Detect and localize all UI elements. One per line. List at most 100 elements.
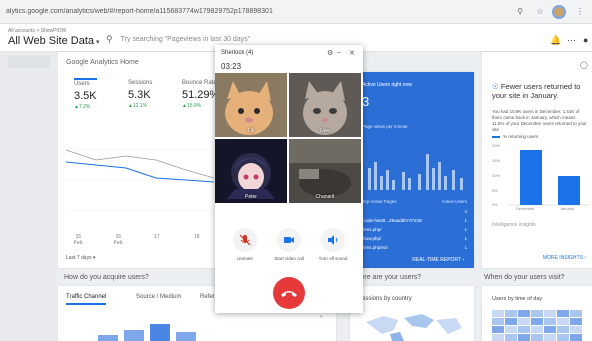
participant-name: Lili bbox=[247, 128, 255, 134]
close-icon[interactable]: ✕ bbox=[349, 49, 355, 57]
realtime-card: Active Users right now 3 Page views per … bbox=[350, 72, 474, 268]
y-tick: 10% bbox=[492, 173, 501, 178]
table-row[interactable]: /lens.php/en/1 bbox=[362, 245, 467, 250]
zoom-icon[interactable]: ⚲ bbox=[514, 6, 526, 18]
apps-grid-icon[interactable]: ⋯ bbox=[567, 35, 576, 46]
insight-title: ☉ Fewer users returned to your site in J… bbox=[492, 82, 581, 100]
bar-december bbox=[520, 150, 542, 205]
bookmark-star-icon[interactable]: ☆ bbox=[534, 6, 546, 18]
metric-bounce-rate[interactable]: Bounce Rate 51.29% ▲15.9% bbox=[182, 80, 219, 109]
metric-delta: ▲12.1% bbox=[128, 103, 148, 109]
sound-toggle-button[interactable] bbox=[321, 228, 345, 252]
collapse-icon[interactable]: « bbox=[320, 314, 323, 320]
table-row[interactable]: /4 bbox=[362, 209, 467, 214]
settings-gear-icon[interactable]: ⚙ bbox=[327, 49, 333, 57]
insights-footer: Intelligence insights bbox=[492, 222, 536, 228]
nav-item[interactable] bbox=[8, 56, 50, 68]
users-line-chart bbox=[66, 149, 214, 211]
date-range-selector[interactable]: Last 7 days ▾ bbox=[66, 255, 95, 261]
minimize-icon[interactable]: – bbox=[337, 49, 341, 56]
table-row[interactable]: /code-hw48...Z9aadblVYFZoE 1 bbox=[362, 218, 467, 223]
insights-card: ◯ ☉ Fewer users returned to your site in… bbox=[482, 52, 592, 268]
x-tick: 18 bbox=[194, 234, 200, 240]
participant-tile[interactable]: Peter bbox=[215, 139, 287, 203]
metric-value: 51.29% bbox=[182, 89, 220, 101]
profile-avatar[interactable] bbox=[552, 4, 566, 19]
y-tick: 20% bbox=[492, 143, 501, 148]
card-subtitle: Users by time of day bbox=[492, 296, 543, 302]
hang-up-button[interactable] bbox=[273, 277, 305, 309]
speaker-icon bbox=[328, 235, 338, 245]
participant-name: Chanarit bbox=[315, 194, 335, 200]
realtime-report-link[interactable]: REAL-TIME REPORT › bbox=[412, 257, 464, 263]
world-map bbox=[366, 314, 462, 341]
left-nav bbox=[0, 52, 56, 341]
table-row[interactable]: /lens.php/1 bbox=[362, 227, 467, 232]
breadcrumb[interactable]: All accounts > ShowPlOW bbox=[8, 28, 66, 34]
active-users-count: 3 bbox=[362, 94, 370, 109]
call-group-name: Sherlock (4) bbox=[221, 50, 254, 56]
card-subtitle: Sessions by country bbox=[358, 296, 412, 302]
acquisition-bar-chart bbox=[98, 324, 196, 341]
y-tick: 15% bbox=[492, 158, 501, 163]
url-text[interactable]: alytics.google.com/analytics/web/#/repor… bbox=[6, 8, 506, 15]
call-timer: 03:23 bbox=[221, 62, 242, 71]
browser-url-bar[interactable]: alytics.google.com/analytics/web/#/repor… bbox=[0, 0, 592, 24]
control-label: Unmute bbox=[237, 256, 253, 261]
mic-off-icon bbox=[239, 234, 251, 246]
expand-icon[interactable]: ◯ bbox=[580, 61, 588, 69]
participant-tile[interactable]: Chanarit bbox=[289, 139, 361, 203]
bar-january bbox=[558, 176, 580, 205]
section-heading-visit: When do your users visit? bbox=[484, 274, 565, 281]
metric-delta: ▲7.2% bbox=[74, 104, 91, 110]
participant-tile[interactable]: Lili bbox=[215, 73, 287, 137]
metric-sessions[interactable]: Sessions 5.3K ▲12.1% bbox=[128, 80, 152, 109]
visit-time-card: Users by time of day bbox=[482, 286, 592, 341]
metric-users[interactable]: Users 3.5K ▲7.2% bbox=[74, 78, 97, 110]
property-selector[interactable]: All Web Site Data ▾ bbox=[8, 35, 100, 47]
notifications-bell-icon[interactable]: 🔔 bbox=[550, 35, 561, 46]
returning-users-bar-chart bbox=[508, 150, 590, 206]
metric-delta: ▲15.9% bbox=[182, 103, 202, 109]
insight-body: You had 10.9K users in December, 1.51K o… bbox=[492, 109, 587, 132]
search-placeholder: Try searching "Pageviews in last 30 days… bbox=[120, 36, 251, 43]
time-of-day-heatmap bbox=[492, 310, 582, 341]
insight-icon: ☉ bbox=[492, 82, 499, 91]
mute-toggle-button[interactable] bbox=[233, 228, 257, 252]
video-call-button[interactable] bbox=[277, 228, 301, 252]
control-label: Start video call bbox=[274, 256, 304, 261]
participant-tile[interactable]: Uwe bbox=[289, 73, 361, 137]
menu-dots-icon[interactable]: ⋮ bbox=[574, 6, 586, 18]
group-call-window: Sherlock (4) ⚙ – ✕ 03:23 Lili Uwe Peter … bbox=[215, 45, 363, 313]
chart-legend: % returning users bbox=[492, 134, 538, 139]
metric-label: Sessions bbox=[128, 80, 153, 86]
y-tick: 0% bbox=[492, 202, 498, 207]
tab-traffic-channel[interactable]: Traffic Channel bbox=[66, 294, 107, 305]
x-tick: 17 bbox=[154, 234, 160, 240]
table-row[interactable]: /bow.php/1 bbox=[362, 236, 467, 241]
participant-name: Uwe bbox=[319, 128, 330, 134]
avatar[interactable]: ● bbox=[583, 35, 588, 45]
x-tick: 15 Feb bbox=[74, 234, 83, 246]
metric-value: 3.5K bbox=[74, 90, 97, 102]
participant-name: Peter bbox=[245, 194, 257, 200]
property-name: All Web Site Data bbox=[8, 35, 95, 47]
x-tick: 16 Feb bbox=[114, 234, 123, 246]
realtime-header: Active Users right now bbox=[362, 82, 412, 88]
more-insights-link[interactable]: MORE INSIGHTS › bbox=[543, 255, 586, 261]
section-heading-acquire: How do you acquire users? bbox=[64, 274, 149, 281]
x-tick: December bbox=[516, 206, 535, 211]
phone-hangup-icon bbox=[281, 291, 297, 297]
home-title: Google Analytics Home bbox=[66, 59, 139, 66]
pageviews-label: Page views per minute bbox=[362, 124, 408, 129]
metric-label: Bounce Rate bbox=[182, 80, 217, 86]
chevron-down-icon: ▾ bbox=[96, 39, 100, 46]
users-location-card: Sessions by country bbox=[350, 286, 474, 341]
y-tick: 5% bbox=[492, 188, 498, 193]
x-tick: January bbox=[560, 206, 575, 211]
metric-label: Users bbox=[74, 81, 90, 87]
control-label: Turn off sound bbox=[318, 256, 348, 261]
tab-source-medium[interactable]: Source / Medium bbox=[136, 294, 181, 300]
table-header-pages: Top Active Pages bbox=[362, 199, 397, 204]
search-bar[interactable]: ⚲ Try searching "Pageviews in last 30 da… bbox=[106, 34, 250, 45]
